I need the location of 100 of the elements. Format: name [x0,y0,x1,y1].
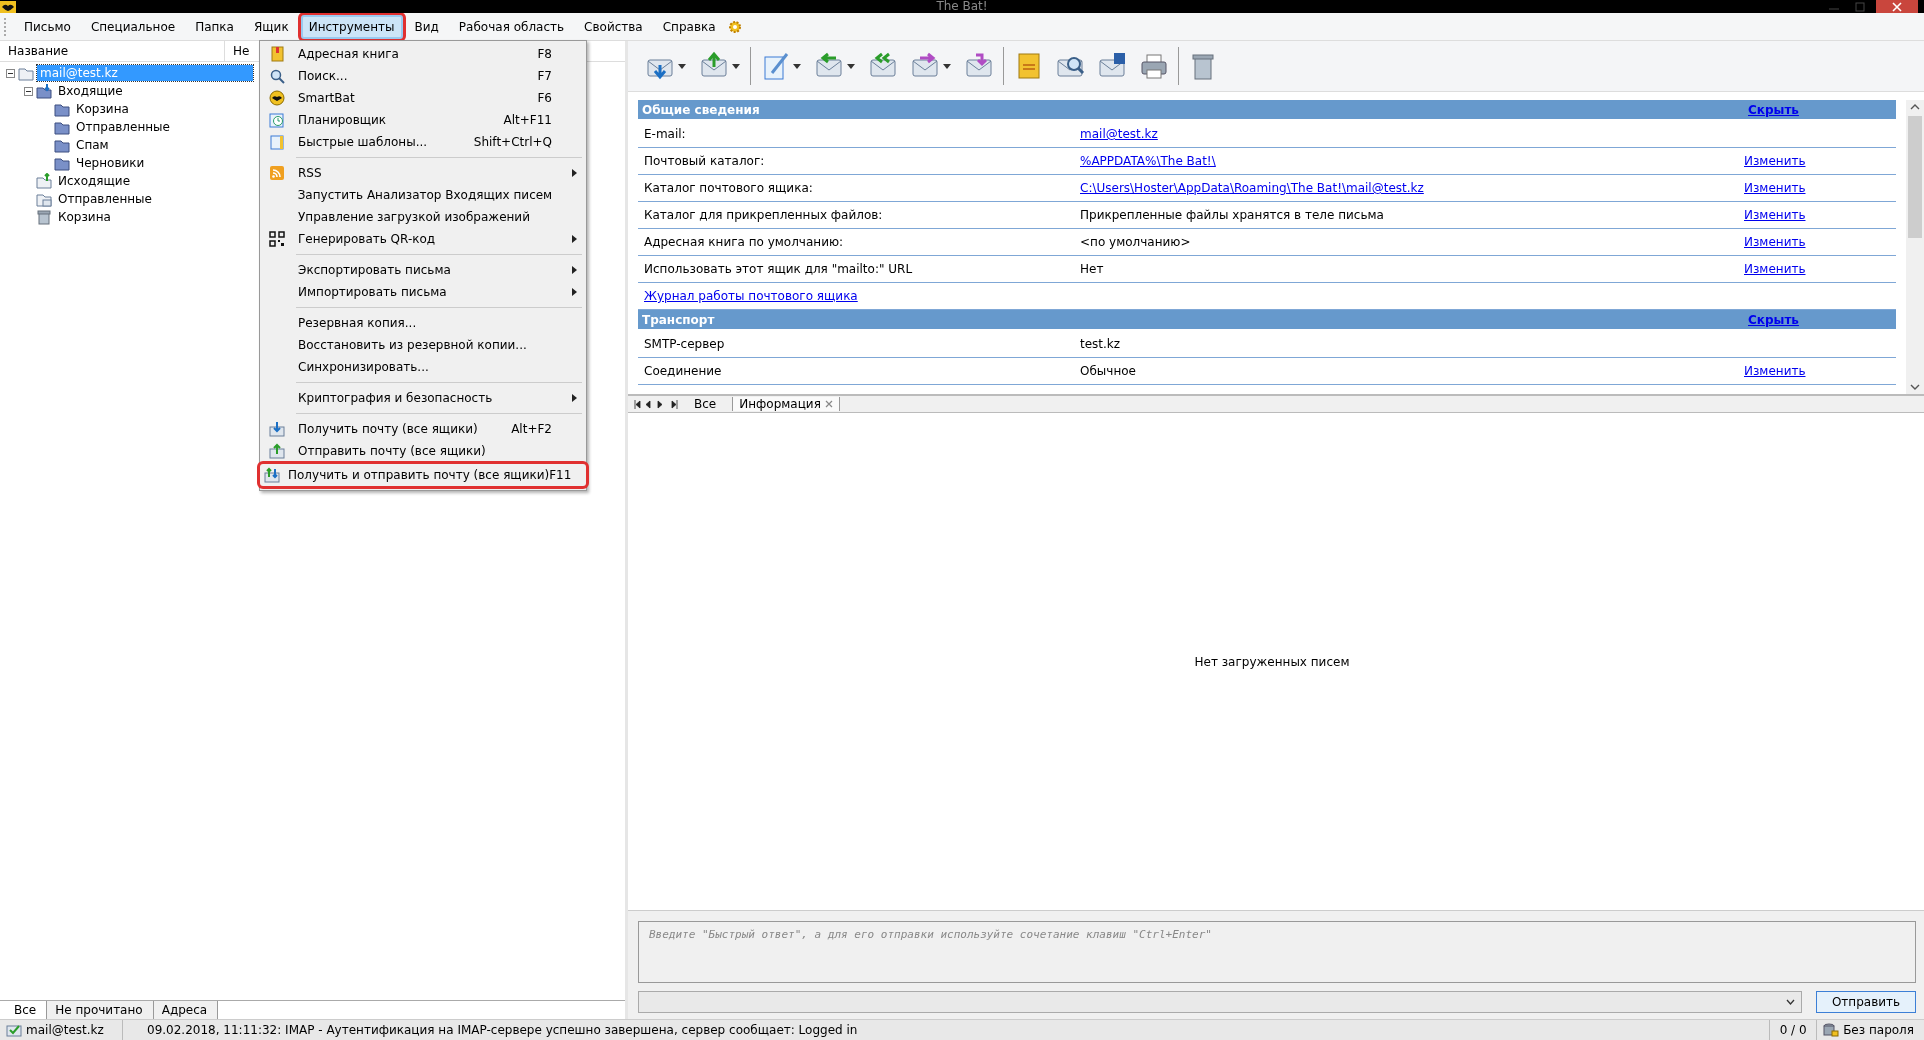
menu-item[interactable]: Справка [654,14,724,39]
envelope-down-arrow-icon [269,421,285,437]
log-link[interactable]: Журнал работы почтового ящика [644,289,858,303]
close-icon[interactable] [824,400,833,408]
dropdown-caret-icon[interactable] [678,63,686,69]
value-link[interactable]: %APPDATA%\The Bat!\ [1080,154,1744,168]
password-status: Без пароля [1843,1023,1914,1037]
menu-item[interactable]: Отправить почту (все ящики) [260,440,586,462]
menu-item[interactable]: Экспортировать письма [260,259,586,281]
change-link[interactable]: Изменить [1744,262,1806,276]
menu-item[interactable]: Письмо [16,14,79,39]
scrollbar[interactable] [1906,100,1924,394]
menu-item[interactable]: Импортировать письма [260,281,586,303]
tab-navigation-icon[interactable] [634,399,678,409]
change-link[interactable]: Изменить [1744,364,1806,378]
dropdown-caret-icon[interactable] [732,63,740,69]
quick-reply-field[interactable]: Введите "Быстрый ответ", а для его отправки используйте сочетание клавиш "Ctrl+Enter" [638,921,1916,983]
menu-item[interactable]: Рабочая область [450,14,573,39]
submenu-arrow-icon [572,235,577,243]
folder-item[interactable]: Отправленные [73,119,173,135]
menu-item[interactable]: Папка [187,14,242,39]
folder-icon [54,119,70,135]
change-link[interactable]: Изменить [1744,181,1806,195]
bat-icon [269,90,285,106]
status-message: 09.02.2018, 11:11:32: IMAP - Аутентификация на IMAP-сервере успешно завершена, сервер сообщает: Logged in [123,1020,1771,1040]
tab[interactable]: Информация [732,397,840,411]
folder-icon [18,65,34,81]
change-link[interactable]: Изменить [1744,154,1806,168]
folder-item[interactable]: Спам [73,137,112,153]
folder-envelope-icon [36,191,52,207]
qr-code-icon [269,231,285,247]
dropdown-caret-icon[interactable] [847,63,855,69]
submenu-arrow-icon [572,266,577,274]
folder-item[interactable]: Отправленные [55,191,155,207]
column-header[interactable]: Название [0,41,225,61]
menu-item[interactable]: Генерировать QR-код [260,228,586,250]
menu-item[interactable]: Ящик [245,14,297,39]
envelope-check-icon [6,1023,22,1037]
menu-item[interactable]: Адресная книга F8 [260,43,586,65]
menu-item[interactable]: Быстрые шаблоны... Shift+Ctrl+Q [260,131,586,153]
menu-item[interactable]: Специальное [82,14,184,39]
send-button[interactable]: Отправить [1816,991,1916,1013]
calendar-clock-icon [269,112,285,128]
collapse-icon[interactable] [24,86,33,96]
menu-item[interactable]: SmartBat F6 [260,87,586,109]
close-icon [1891,1,1903,12]
field-label: Каталог для прикрепленных файлов: [644,208,884,222]
folder-item[interactable]: Входящие [55,83,126,99]
menu-item[interactable]: Получить и отправить почту (все ящики)F11 [260,464,586,486]
envelope-up-arrow-icon [269,443,285,459]
field-label: Адресная книга по умолчанию: [644,235,845,249]
menu-item[interactable]: Свойства [576,14,651,39]
folder-icon [54,155,70,171]
menu-item[interactable]: RSS [260,162,586,184]
field-value: Прикрепленные файлы хранятся в теле письма [1080,208,1385,222]
folder-item[interactable]: Корзина [55,209,114,225]
folder-item[interactable]: Исходящие [55,173,134,189]
menu-item[interactable]: Криптография и безопасность [260,387,586,409]
dropdown-caret-icon[interactable] [943,63,951,69]
scroll-down-icon[interactable] [1910,384,1920,390]
book-icon [269,46,285,62]
scroll-up-icon[interactable] [1910,104,1920,110]
menu-item[interactable]: Резервная копия... [260,312,586,334]
dropdown-caret-icon[interactable] [793,63,801,69]
value-link[interactable]: C:\Users\Hoster\AppData\Roaming\The Bat!\mail@test.kz [1080,181,1744,195]
menu-item[interactable]: Получить почту (все ящики) Alt+F2 [260,418,586,440]
dropdown-caret-icon[interactable] [1786,999,1795,1005]
folder-icon [54,101,70,117]
account-name: mail@test.kz [26,1023,104,1037]
tab[interactable]: Все [688,397,723,411]
field-label: Почтовый каталог: [644,154,766,168]
menu-item[interactable]: Восстановить из резервной копии... [260,334,586,356]
rss-icon [269,165,285,181]
menu-item[interactable]: Запустить Анализатор Входящих писем [260,184,586,206]
menu-item[interactable]: Вид [406,14,447,39]
collapse-icon[interactable] [6,68,15,78]
field-value: Обычное [1080,364,1137,378]
value-link[interactable]: mail@test.kz [1080,127,1744,141]
window-title: The Bat! [936,0,988,13]
tab[interactable]: Адреса [153,1001,219,1019]
field-value: test.kz [1080,337,1122,351]
folder-icon [54,137,70,153]
change-link[interactable]: Изменить [1744,208,1806,222]
menu-item[interactable]: Планировщик Alt+F11 [260,109,586,131]
message-counter: 0 / 0 [1770,1020,1818,1040]
menu-item[interactable]: Поиск... F7 [260,65,586,87]
folder-down-arrow-icon [36,83,52,99]
submenu-arrow-icon [572,394,577,402]
column-header[interactable]: Не [225,41,258,61]
empty-list-message: Нет загруженных писем [1194,654,1350,669]
folder-item[interactable]: Корзина [73,101,132,117]
gear-icon[interactable] [727,19,742,34]
scrollbar-thumb[interactable] [1908,116,1922,238]
close-button[interactable] [1876,0,1918,13]
change-link[interactable]: Изменить [1744,235,1806,249]
menu-item[interactable]: Инструменты [300,14,403,39]
folder-item[interactable]: Черновики [73,155,148,171]
menu-item[interactable]: Управление загрузкой изображений [260,206,586,228]
tab[interactable]: Не прочитано [47,1001,154,1019]
menu-item[interactable]: Синхронизировать... [260,356,586,378]
